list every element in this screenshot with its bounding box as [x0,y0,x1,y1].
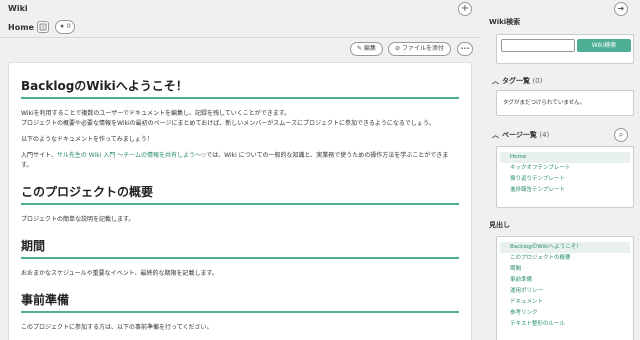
toc-item[interactable]: 参考リンク [500,308,630,319]
page-search-button[interactable]: ⌕ [614,128,628,142]
top-bar: Wiki + [0,0,480,18]
tags-count: (0) [532,77,543,85]
star-button[interactable]: ★ 0 [55,20,75,34]
page-list-item[interactable]: Home [500,152,630,163]
wiki-search-panel: Wiki検索 [496,34,634,64]
intro-text-2: プロジェクトの概要や必要な情報をWikiの最初のページにまとめておけば、新しいメ… [21,120,435,127]
wiki-search-input[interactable] [501,39,575,52]
toc-item[interactable]: 期間 [500,264,630,275]
intro-text-1: Wikiを利用することで複数のユーザーでドキュメントを編集し、記録を残していくこ… [21,110,291,117]
more-button[interactable]: ••• [457,42,473,56]
page-actions: ✎ 編集 ⊘ ファイルを添付 ••• [350,42,475,56]
chevron-up-icon: ︿ [492,77,499,85]
app-title: Wiki [8,4,28,13]
page-title: Home [8,23,34,32]
attach-label: ファイルを添付 [401,45,444,52]
more-icon: ••• [460,46,470,52]
star-icon: ★ [59,23,65,30]
list-icon [39,23,47,31]
prep-text: このプロジェクトに参加する方は、以下の事前準備を行ってください。 [21,324,213,331]
page-list-item[interactable]: 進捗報告テンプレート [500,185,630,196]
add-page-button[interactable]: + [458,2,472,16]
intro-line-4: 入門サイト、サル先生の Wiki 入門 〜チームの情報を共有しよう〜⬭では、Wi… [21,151,459,171]
intro4-pre: 入門サイト、 [21,152,57,159]
tags-section-title[interactable]: ︿ タグ一覧 (0) [492,76,542,86]
toc-item[interactable]: ドキュメント [500,297,630,308]
toc-item[interactable]: BacklogのWikiへようこそ！ [500,242,630,253]
wiki-search-label: Wiki検索 [489,18,521,26]
tags-empty-text: タグがまだつけられていません。 [503,100,586,106]
wiki-guide-link[interactable]: サル先生の Wiki 入門 〜チームの情報を共有しよう〜 [57,152,201,159]
tags-panel: タグがまだつけられていません。 [496,90,634,116]
chevron-up-icon: ︿ [492,131,499,139]
magnifier-icon: ⌕ [618,130,624,139]
pages-section-title[interactable]: ︿ ページ一覧 (4) [492,130,549,140]
page-list-item[interactable]: キックオフテンプレート [500,163,630,174]
edit-label: 編集 [363,45,376,52]
page-tree-button[interactable] [37,21,49,33]
toc-panel: BacklogのWikiへようこそ！ このプロジェクトの概要 期間 事前準備 運… [496,236,634,340]
star-count: 0 [66,23,71,30]
paperclip-icon: ⊘ [395,45,401,52]
sidebar: Wiki検索 Wiki検索 ︿ タグ一覧 (0) タグがまだつけられていません。 … [484,0,640,340]
pages-panel: Home キックオフテンプレート 振り返りテンプレート 進捗報告テンプレート [496,146,634,208]
heading-welcome: BacklogのWikiへようこそ！ [21,77,459,99]
toc-item[interactable]: 事前準備 [500,275,630,286]
pages-title: ページ一覧 [502,131,537,139]
toc-item[interactable]: このプロジェクトの概要 [500,253,630,264]
page-header: Home ★ 0 [0,18,480,38]
tags-title: タグ一覧 [502,77,530,85]
pencil-icon: ✎ [357,45,363,52]
page-list-item[interactable]: 振り返りテンプレート [500,174,630,185]
period-text: おおまかなスケジュールや重要なイベント、最終的な期限を記載します。 [21,270,218,277]
heading-prep: 事前準備 [21,291,459,313]
attach-file-button[interactable]: ⊘ ファイルを添付 [388,42,451,56]
intro-line-1: Wikiを利用することで複数のユーザーでドキュメントを編集し、記録を残していくこ… [21,109,459,129]
toc-title: 見出し [489,221,510,229]
pages-count: (4) [539,131,550,139]
toc-item[interactable]: テキスト整形のルール [500,319,630,330]
wiki-search-button[interactable]: Wiki検索 [577,39,631,52]
wiki-content: BacklogのWikiへようこそ！ Wikiを利用することで複数のユーザーでド… [8,62,472,340]
overview-text: プロジェクトの簡単な説明を記載します。 [21,216,135,223]
plus-icon: + [460,3,470,14]
heading-overview: このプロジェクトの概要 [21,183,459,205]
toc-item[interactable]: 運用ポリシー [500,286,630,297]
edit-button[interactable]: ✎ 編集 [350,42,383,56]
intro-line-3: 以下のようなドキュメントを作ってみましょう！ [21,136,153,143]
heading-period: 期間 [21,237,459,259]
